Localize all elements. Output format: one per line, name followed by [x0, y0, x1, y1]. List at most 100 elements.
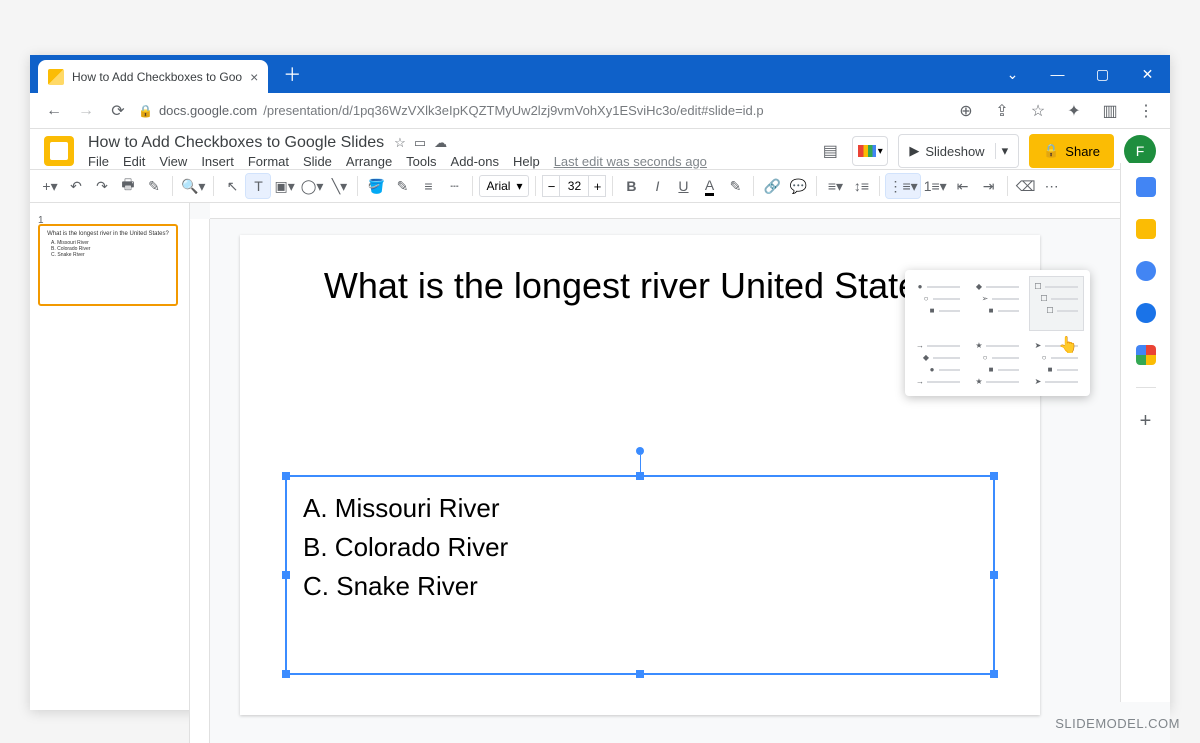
minimize-icon[interactable]: —: [1035, 55, 1080, 93]
menu-help[interactable]: Help: [513, 154, 540, 169]
zoom-icon[interactable]: ⊕: [954, 99, 978, 123]
move-icon[interactable]: ▭: [414, 135, 426, 151]
insert-comment-button[interactable]: 💬: [786, 174, 810, 198]
align-button[interactable]: ≡▾: [823, 174, 847, 198]
outdent-button[interactable]: ⇤: [951, 174, 975, 198]
keep-icon[interactable]: [1136, 219, 1156, 239]
reload-button[interactable]: ⟳: [106, 99, 130, 123]
browser-window: How to Add Checkboxes to Goo × ＋ ⌄ — ▢ ✕…: [30, 55, 1170, 710]
meet-button[interactable]: ▾: [852, 136, 888, 166]
bullet-style-popup: ● ○ ■ ◆ ➢ ■ ☐ ☐ ☐ → ◆ ● → ★ ○ ■ ★ ➤ ○: [905, 270, 1090, 396]
border-weight-button[interactable]: ≡: [416, 174, 440, 198]
option-a[interactable]: A. Missouri River: [303, 489, 977, 528]
contacts-icon[interactable]: [1136, 303, 1156, 323]
url-text[interactable]: 🔒 docs.google.com/presentation/d/1pq36Wz…: [138, 103, 946, 118]
fill-color-button[interactable]: 🪣: [364, 174, 388, 198]
url-path: /presentation/d/1pq36WzVXlk3eIpKQZTMyUw2…: [263, 103, 763, 118]
resize-handle[interactable]: [990, 472, 998, 480]
underline-button[interactable]: U: [671, 174, 695, 198]
option-b[interactable]: B. Colorado River: [303, 528, 977, 567]
italic-button[interactable]: I: [645, 174, 669, 198]
close-tab-icon[interactable]: ×: [250, 69, 258, 85]
indent-button[interactable]: ⇥: [977, 174, 1001, 198]
line-tool[interactable]: ╲▾: [327, 174, 351, 198]
insert-link-button[interactable]: 🔗: [760, 174, 784, 198]
cloud-icon[interactable]: ☁: [434, 135, 447, 151]
menu-insert[interactable]: Insert: [201, 154, 234, 169]
resize-handle[interactable]: [636, 472, 644, 480]
undo-button[interactable]: ↶: [64, 174, 88, 198]
slides-logo-icon[interactable]: [44, 136, 74, 166]
textbox-tool[interactable]: T: [246, 174, 270, 198]
menu-tools[interactable]: Tools: [406, 154, 436, 169]
menu-file[interactable]: File: [88, 154, 109, 169]
browser-menu-icon[interactable]: ⋮: [1134, 99, 1158, 123]
doc-title[interactable]: How to Add Checkboxes to Google Slides: [88, 134, 384, 152]
more-tools-button[interactable]: ⋯: [1040, 174, 1064, 198]
menu-addons[interactable]: Add-ons: [451, 154, 499, 169]
menu-slide[interactable]: Slide: [303, 154, 332, 169]
tasks-icon[interactable]: [1136, 261, 1156, 281]
extensions-icon[interactable]: ✦: [1062, 99, 1086, 123]
bold-button[interactable]: B: [619, 174, 643, 198]
select-tool[interactable]: ↖: [220, 174, 244, 198]
slide-thumbnail[interactable]: What is the longest river in the United …: [38, 224, 178, 306]
add-addon-icon[interactable]: +: [1140, 410, 1152, 433]
shape-tool[interactable]: ◯▾: [299, 174, 326, 198]
border-color-button[interactable]: ✎: [390, 174, 414, 198]
maximize-icon[interactable]: ▢: [1080, 55, 1125, 93]
forward-button[interactable]: →: [74, 99, 98, 123]
comments-icon[interactable]: ▤: [818, 139, 842, 163]
menu-edit[interactable]: Edit: [123, 154, 145, 169]
resize-handle[interactable]: [990, 670, 998, 678]
text-color-button[interactable]: A: [697, 174, 721, 198]
bookmark-icon[interactable]: ☆: [1026, 99, 1050, 123]
bulleted-list-button[interactable]: ⋮≡▾: [886, 174, 919, 198]
image-tool[interactable]: ▣▾: [272, 174, 296, 198]
menu-format[interactable]: Format: [248, 154, 289, 169]
border-dash-button[interactable]: ┄: [442, 174, 466, 198]
redo-button[interactable]: ↷: [90, 174, 114, 198]
highlight-button[interactable]: ✎: [723, 174, 747, 198]
resize-handle[interactable]: [282, 670, 290, 678]
paint-format-button[interactable]: ✎: [142, 174, 166, 198]
side-panel-icon[interactable]: ▥: [1098, 99, 1122, 123]
back-button[interactable]: ←: [42, 99, 66, 123]
selected-textbox[interactable]: A. Missouri River B. Colorado River C. S…: [285, 475, 995, 675]
line-spacing-button[interactable]: ↕≡: [849, 174, 873, 198]
star-icon[interactable]: ☆: [394, 135, 406, 151]
slideshow-button[interactable]: ▶Slideshow▾: [898, 134, 1019, 168]
bullet-style-checkbox[interactable]: ☐ ☐ ☐: [1029, 276, 1084, 331]
option-c[interactable]: C. Snake River: [303, 567, 977, 606]
resize-handle[interactable]: [282, 472, 290, 480]
resize-handle[interactable]: [636, 670, 644, 678]
close-window-icon[interactable]: ✕: [1125, 55, 1170, 93]
bullet-style-diamond[interactable]: ◆ ➢ ■: [970, 276, 1025, 331]
share-button[interactable]: 🔒Share: [1029, 134, 1114, 168]
font-size-value[interactable]: 32: [560, 175, 588, 197]
chevron-down-icon[interactable]: ⌄: [990, 55, 1035, 93]
menu-arrange[interactable]: Arrange: [346, 154, 392, 169]
clear-formatting-button[interactable]: ⌫: [1014, 174, 1038, 198]
bullet-style-arrow[interactable]: → ◆ ● →: [911, 335, 966, 390]
last-edit-link[interactable]: Last edit was seconds ago: [554, 154, 707, 169]
new-tab-button[interactable]: ＋: [278, 60, 306, 88]
font-size-decrease[interactable]: −: [542, 175, 560, 197]
new-slide-button[interactable]: +▾: [38, 174, 62, 198]
print-button[interactable]: 🖶: [116, 174, 140, 198]
calendar-icon[interactable]: [1136, 177, 1156, 197]
watermark: SLIDEMODEL.COM: [1055, 716, 1180, 731]
numbered-list-button[interactable]: 1≡▾: [922, 174, 949, 198]
bullet-style-disc[interactable]: ● ○ ■: [911, 276, 966, 331]
font-select[interactable]: Arial▾: [479, 175, 529, 197]
zoom-fit-button[interactable]: 🔍▾: [179, 174, 207, 198]
share-url-icon[interactable]: ⇪: [990, 99, 1014, 123]
maps-icon[interactable]: [1136, 345, 1156, 365]
font-size-increase[interactable]: +: [588, 175, 606, 197]
resize-handle[interactable]: [282, 571, 290, 579]
rotate-handle[interactable]: [636, 447, 644, 455]
bullet-style-star[interactable]: ★ ○ ■ ★: [970, 335, 1025, 390]
menu-view[interactable]: View: [159, 154, 187, 169]
browser-tab[interactable]: How to Add Checkboxes to Goo ×: [38, 60, 268, 93]
resize-handle[interactable]: [990, 571, 998, 579]
